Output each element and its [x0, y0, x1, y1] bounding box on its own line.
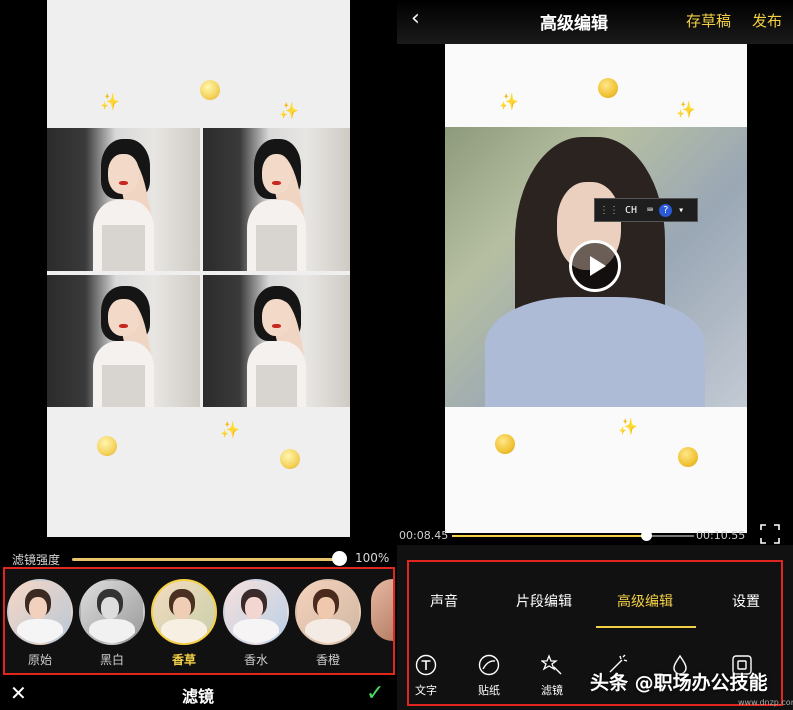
- smile-emoji-sticker: [97, 436, 117, 456]
- filter-item-black-white[interactable]: 黑白: [79, 579, 145, 668]
- text-icon: [406, 654, 446, 678]
- tool-sticker[interactable]: 贴纸: [469, 654, 509, 698]
- tab-settings[interactable]: 设置: [732, 591, 760, 611]
- preview-canvas: ✨ ✨ ✨: [47, 0, 350, 537]
- kiss-emoji-sticker: [598, 78, 618, 98]
- keyboard-icon[interactable]: ⌨: [647, 205, 653, 216]
- filter-label: 黑白: [99, 653, 124, 667]
- filter-intensity-slider-handle[interactable]: [332, 551, 347, 566]
- current-time: 00:08.45: [399, 529, 449, 542]
- filter-item-original[interactable]: 原始: [7, 579, 73, 668]
- sparkle-sticker: ✨: [618, 417, 638, 436]
- ime-toolbar[interactable]: ⋮⋮ CH ⌨ ? ▾: [594, 198, 698, 222]
- filter-item-vanilla[interactable]: 香草: [151, 579, 217, 668]
- total-time: 00:10.55: [696, 529, 746, 542]
- filter-intensity-slider[interactable]: [72, 558, 340, 561]
- filter-label: 原始: [27, 653, 52, 667]
- tool-filter[interactable]: 滤镜: [532, 654, 572, 698]
- tool-label: 文字: [415, 684, 437, 697]
- kiss-emoji-sticker: [678, 447, 698, 467]
- smile-emoji-sticker: [280, 449, 300, 469]
- tab-clip-edit[interactable]: 片段编辑: [516, 591, 572, 611]
- page-title: 高级编辑: [540, 14, 608, 34]
- fullscreen-icon[interactable]: [760, 524, 780, 544]
- active-tab-indicator: [596, 626, 696, 628]
- sparkle-sticker: ✨: [676, 100, 696, 119]
- publish-button[interactable]: 发布: [752, 10, 782, 31]
- back-chevron-icon[interactable]: ‹: [411, 8, 420, 30]
- photo-tile: [203, 128, 350, 271]
- filter-strip: 原始 黑白 香草 香水 香橙: [3, 567, 395, 675]
- video-progress-handle[interactable]: [640, 530, 652, 541]
- tab-sound[interactable]: 声音: [430, 591, 458, 611]
- tab-advanced-edit[interactable]: 高级编辑: [617, 591, 673, 611]
- sparkle-sticker: ✨: [499, 92, 519, 111]
- filter-label: 香橙: [315, 653, 340, 667]
- save-draft-button[interactable]: 存草稿: [686, 10, 731, 31]
- sparkle-sticker: ✨: [220, 420, 240, 439]
- video-progress-fill: [452, 535, 646, 537]
- tool-label: 滤镜: [541, 684, 563, 697]
- smile-emoji-sticker: [200, 80, 220, 100]
- filter-item-perfume[interactable]: 香水: [223, 579, 289, 668]
- sticker-icon: [469, 654, 509, 678]
- watermark: 头条 @职场办公技能: [590, 672, 768, 694]
- help-icon[interactable]: ?: [659, 203, 673, 217]
- photo-tile: [47, 275, 200, 407]
- sparkle-sticker: ✨: [279, 101, 299, 120]
- ime-options-icon[interactable]: ▾: [678, 205, 684, 216]
- filter-label: 香草: [171, 653, 196, 667]
- filter-item-orange[interactable]: 香橙: [295, 579, 361, 668]
- filter-intensity-label: 滤镜强度: [12, 553, 61, 567]
- tool-text[interactable]: 文字: [406, 654, 446, 698]
- photo-tile: [203, 275, 350, 407]
- play-icon: [590, 256, 606, 276]
- sparkle-sticker: ✨: [100, 92, 120, 111]
- kiss-emoji-sticker: [495, 434, 515, 454]
- filter-icon: [532, 654, 572, 678]
- watermark-url: www.dnzp.com: [738, 698, 793, 707]
- grip-icon: ⋮⋮: [599, 204, 619, 216]
- check-icon[interactable]: ✓: [366, 683, 384, 705]
- tool-label: 贴纸: [478, 684, 500, 697]
- filter-intensity-value: 100%: [355, 551, 390, 565]
- ime-language: CH: [625, 204, 638, 216]
- filter-label: 香水: [243, 653, 268, 667]
- filter-title: 滤镜: [181, 687, 214, 706]
- filter-item-partial[interactable]: [371, 579, 393, 641]
- photo-tile: [47, 128, 200, 271]
